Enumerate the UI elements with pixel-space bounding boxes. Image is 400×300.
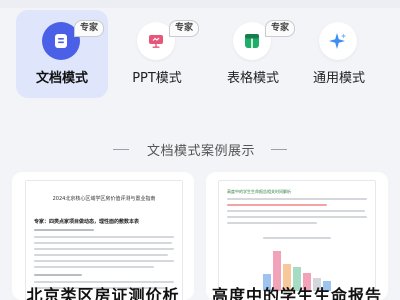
text-line bbox=[34, 242, 172, 244]
text-line bbox=[227, 204, 327, 206]
card-title: 北京类区房证测价析 bbox=[26, 286, 180, 300]
mode-label: 通用模式 bbox=[312, 71, 365, 86]
mode-selector: 专家 文档模式 专家 PPT模式 专家 表格模式 通用模式 bbox=[0, 8, 400, 106]
expert-badge: 专家 bbox=[74, 20, 105, 37]
text-line bbox=[227, 210, 365, 212]
section-heading: 文档模式案例展示 bbox=[0, 140, 400, 159]
text-line bbox=[34, 254, 168, 256]
top-band bbox=[0, 0, 400, 8]
divider-right bbox=[271, 149, 287, 150]
divider-left bbox=[113, 149, 129, 150]
text-line bbox=[34, 229, 94, 231]
text-line bbox=[34, 236, 174, 238]
section-title: 文档模式案例展示 bbox=[146, 144, 255, 159]
doc-preview-subtitle: 专家：四类点家项目做动态，理性面的敷数本表 bbox=[34, 219, 140, 225]
mode-ppt-button[interactable]: 专家 PPT模式 bbox=[111, 10, 203, 98]
text-line bbox=[227, 216, 367, 218]
mode-table-button[interactable]: 专家 表格模式 bbox=[207, 10, 299, 98]
mode-label: 表格模式 bbox=[226, 71, 279, 86]
mode-label: 文档模式 bbox=[35, 71, 88, 86]
doc-preview-subtitle: 高度中的学生生命报告相关时间解析 bbox=[227, 189, 291, 194]
example-card-2[interactable]: 高度中的学生生命报告相关时间解析 高度中的学生生命报告 bbox=[206, 172, 388, 300]
sparkle-icon bbox=[319, 22, 357, 60]
expert-badge: 专家 bbox=[169, 20, 200, 37]
text-line bbox=[227, 198, 367, 200]
doc-preview-title: 2024北京核心区域学区房价值评测与置业指南 bbox=[52, 196, 156, 202]
mode-label: PPT模式 bbox=[132, 71, 182, 86]
card-title: 高度中的学生生命报告 bbox=[211, 286, 382, 300]
mode-general-button[interactable]: 通用模式 bbox=[293, 10, 385, 98]
text-line bbox=[34, 248, 174, 250]
example-card-1[interactable]: 2024北京核心区域学区房价值评测与置业指南 专家：四类点家项目做动态，理性面的… bbox=[12, 172, 194, 300]
text-line bbox=[34, 266, 154, 268]
expert-badge: 专家 bbox=[265, 20, 296, 37]
chart-caption-line bbox=[263, 237, 331, 239]
text-line bbox=[34, 260, 174, 262]
mode-doc-button[interactable]: 专家 文档模式 bbox=[16, 10, 108, 98]
text-line bbox=[227, 222, 317, 224]
text-line bbox=[34, 274, 82, 276]
